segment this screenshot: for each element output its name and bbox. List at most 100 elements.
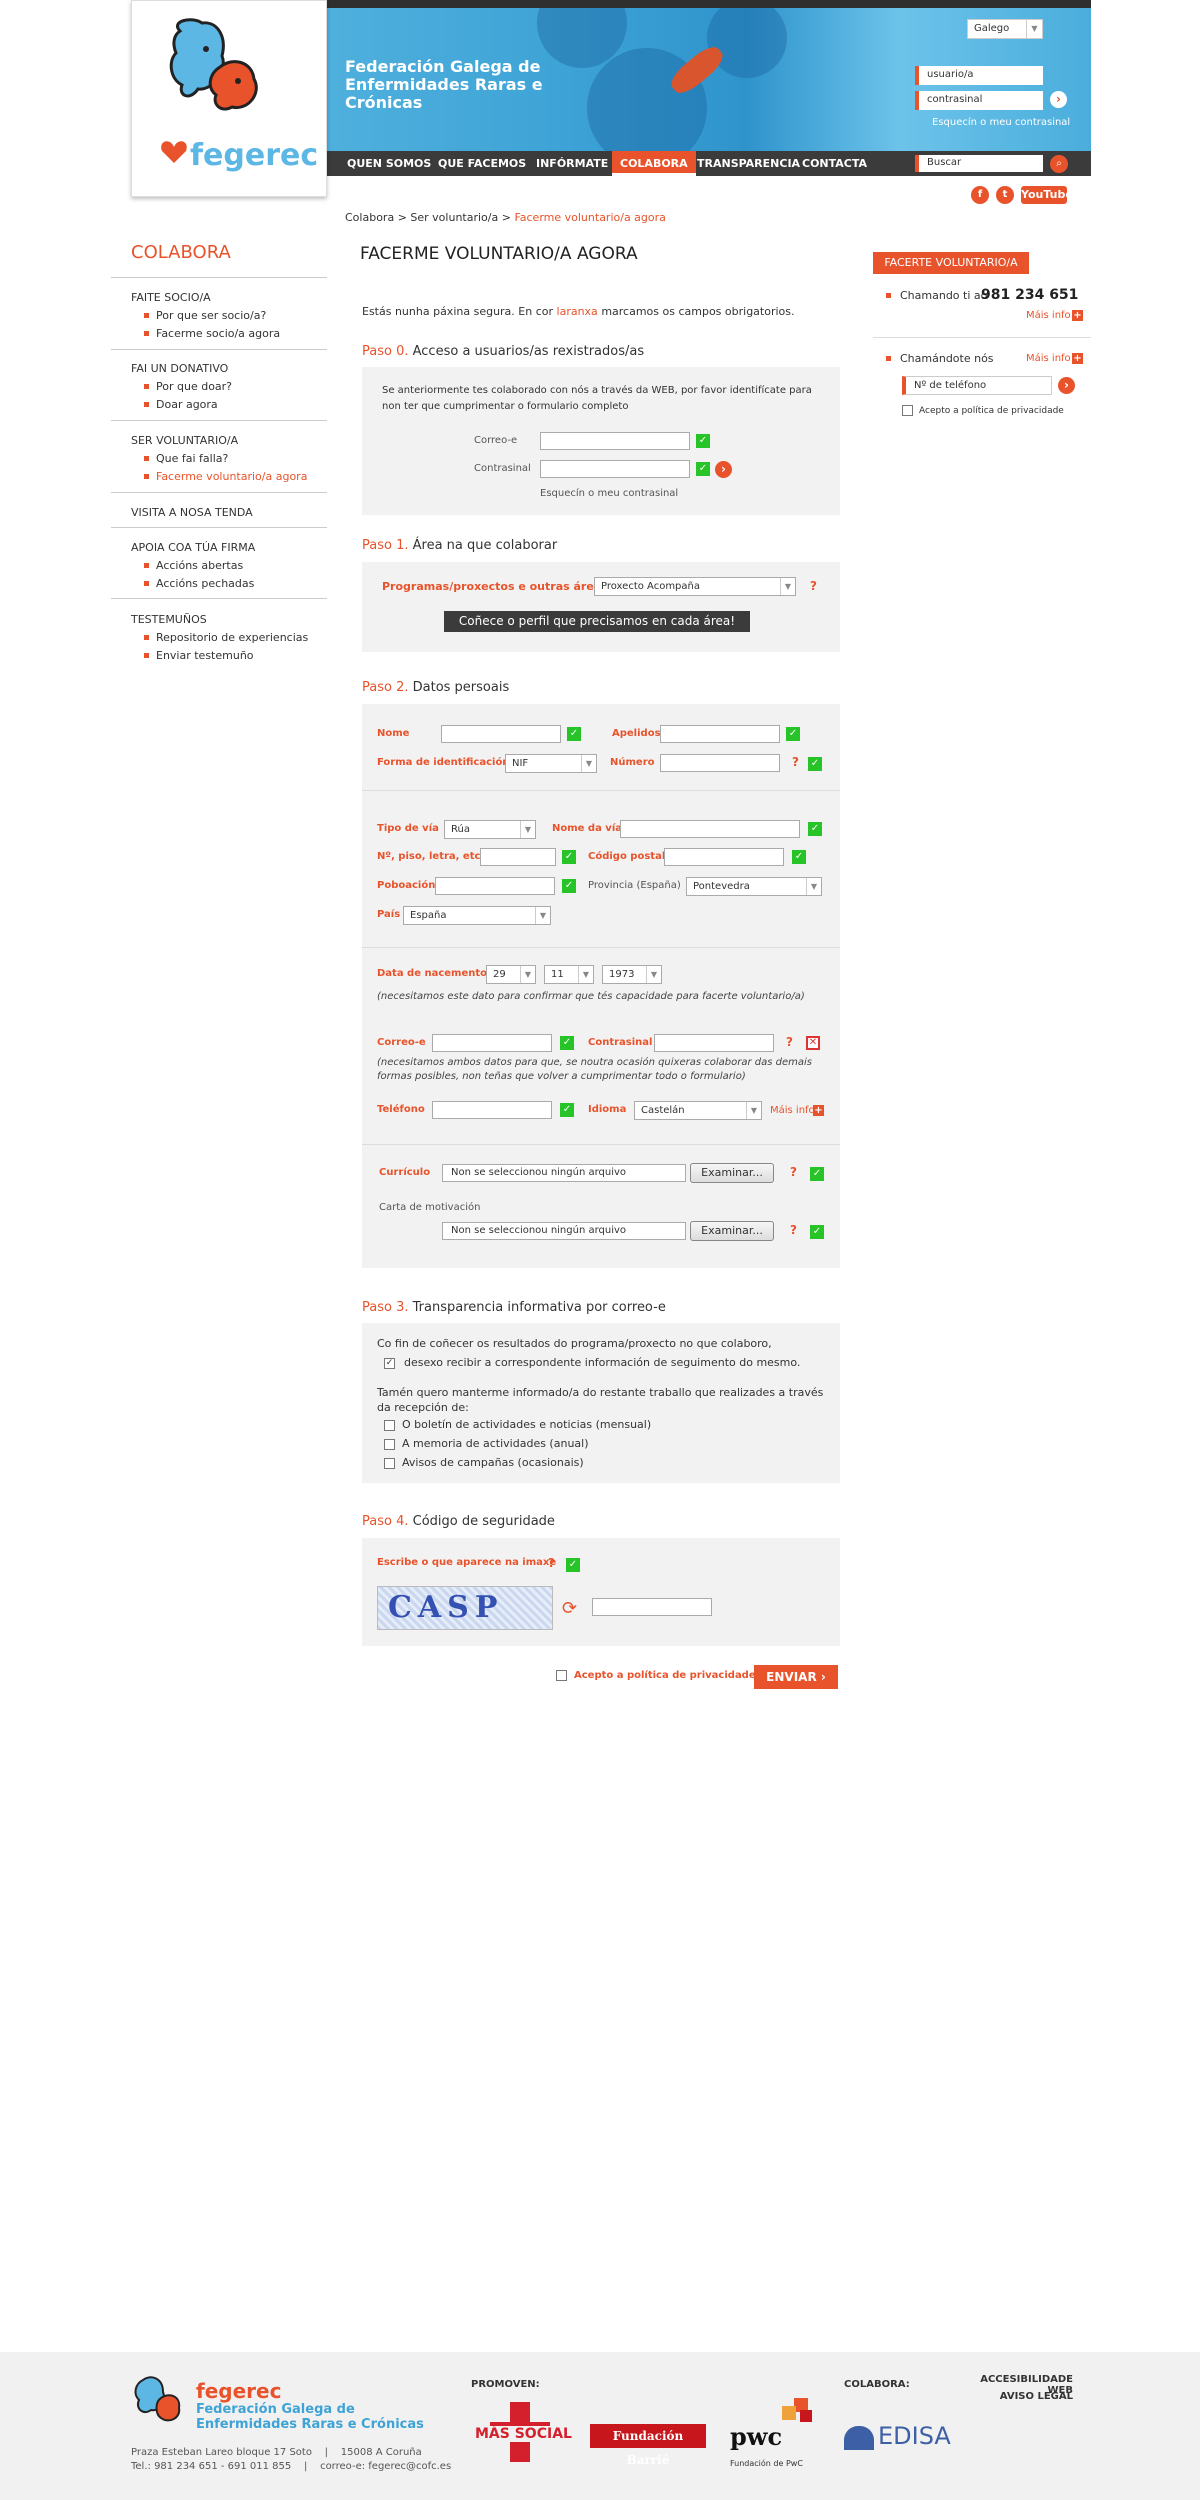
nav-colabora[interactable]: COLABORA <box>612 151 696 176</box>
search-input[interactable]: Buscar <box>915 155 1043 172</box>
captcha-input[interactable] <box>592 1598 712 1616</box>
nav-informate[interactable]: INFÓRMATE <box>528 151 616 176</box>
submit-button[interactable]: ENVIAR › <box>754 1665 838 1689</box>
numero-field[interactable] <box>660 754 780 772</box>
profile-button[interactable]: Coñece o perfil que precisamos en cada á… <box>444 611 750 632</box>
sidebar-item[interactable]: Que fai falla? <box>143 452 228 465</box>
memoria-checkbox[interactable] <box>384 1439 395 1450</box>
step0-heading: Paso 0. Acceso a usuarios/as rexistrados… <box>362 344 644 359</box>
carta-browse-button[interactable]: Examinar... <box>690 1221 774 1241</box>
sidebar-item[interactable]: Facerme socio/a agora <box>143 327 280 340</box>
footer-org-line: Federación Galega de <box>196 2402 355 2417</box>
privacy-label[interactable]: Acepto a política de privacidade <box>574 1670 756 1681</box>
sponsor-fundacion-barrie[interactable]: Fundación Barrié <box>590 2424 706 2467</box>
login-email-field[interactable] <box>540 432 690 450</box>
sidebar-title: COLABORA <box>131 242 231 263</box>
pwc-mark <box>770 2398 812 2424</box>
month-select[interactable]: 11 ▼ <box>544 965 594 984</box>
sponsor-mas-social[interactable]: MÁS SOCIAL <box>471 2426 576 2442</box>
area-select[interactable]: Proxecto Acompaña ▼ <box>594 577 796 596</box>
legal-link[interactable]: AVISO LEGAL <box>965 2391 1073 2402</box>
sidebar-item[interactable]: Doar agora <box>144 398 218 411</box>
refresh-icon[interactable]: ⟳ <box>562 1598 577 1619</box>
sponsor-edisa[interactable]: EDISA <box>878 2422 951 2450</box>
forgot-password-link[interactable]: Esquecín o meu contrasinal <box>540 488 678 499</box>
mais-info-link[interactable]: Máis info <box>1026 310 1071 321</box>
sponsor-pwc[interactable]: pwc <box>730 2422 782 2451</box>
youtube-icon[interactable]: YouTube <box>1021 186 1073 204</box>
sidebar-section-tenda[interactable]: VISITA A NOSA TENDA <box>131 506 253 519</box>
facebook-icon[interactable]: f <box>971 186 989 204</box>
mais-info-link[interactable]: Máis info <box>770 1105 815 1116</box>
sidebar-item[interactable]: Accións abertas <box>143 559 243 572</box>
piso-field[interactable] <box>480 848 556 866</box>
login-button[interactable]: › <box>1050 91 1067 108</box>
callback-phone-input[interactable]: Nº de teléfono <box>902 376 1052 395</box>
telefono-field[interactable] <box>432 1101 552 1119</box>
help-icon[interactable]: ? <box>786 1035 793 1049</box>
sidebar-section-testemunos[interactable]: TESTEMUÑOS <box>131 613 207 626</box>
sidebar-item[interactable]: Por que doar? <box>143 380 232 393</box>
sidebar-item[interactable]: Por que ser socio/a? <box>143 309 266 322</box>
language-select[interactable]: Galego ▼ <box>967 19 1043 39</box>
carta-file-field[interactable]: Non se seleccionou ningún arquivo <box>442 1222 686 1240</box>
plus-icon[interactable]: + <box>813 1105 824 1116</box>
pais-select[interactable]: España ▼ <box>403 906 551 925</box>
logo[interactable]: fegerec <box>131 0 327 197</box>
tipo-via-select[interactable]: Rúa ▼ <box>444 820 536 839</box>
campaigns-checkbox[interactable] <box>384 1458 395 1469</box>
login-submit-button[interactable]: › <box>715 461 732 478</box>
breadcrumb-colabora[interactable]: Colabora <box>345 211 394 224</box>
help-icon[interactable]: ? <box>790 1165 797 1179</box>
mais-info-link[interactable]: Máis info <box>1026 353 1071 364</box>
nome-field[interactable] <box>441 725 561 743</box>
sidebar-section-socio[interactable]: FAITE SOCIO/A <box>131 291 211 304</box>
apelidos-field[interactable] <box>660 725 780 743</box>
help-icon[interactable]: ? <box>790 1223 797 1237</box>
day-select[interactable]: 29 ▼ <box>486 965 536 984</box>
password-input[interactable]: contrasinal <box>915 91 1043 110</box>
nome-via-field[interactable] <box>620 820 800 838</box>
nav-quen-somos[interactable]: QUEN SOMOS <box>339 151 439 176</box>
correo-field[interactable] <box>432 1034 552 1052</box>
login-password-field[interactable] <box>540 460 690 478</box>
provincia-select[interactable]: Pontevedra ▼ <box>686 877 822 896</box>
sidebar-item-current[interactable]: Facerme voluntario/a agora <box>143 470 307 483</box>
username-input[interactable]: usuario/a <box>915 66 1043 85</box>
nav-contacta[interactable]: CONTACTA <box>794 151 875 176</box>
curriculo-file-field[interactable]: Non se seleccionou ningún arquivo <box>442 1164 686 1182</box>
year-select[interactable]: 1973 ▼ <box>602 965 662 984</box>
help-icon[interactable]: ? <box>810 579 817 593</box>
sidebar-item[interactable]: Repositorio de experiencias <box>143 631 308 644</box>
sidebar-section-donativo[interactable]: FAI UN DONATIVO <box>131 362 228 375</box>
callback-privacy-label[interactable]: Acepto a política de privacidade <box>919 406 1064 416</box>
contrasinal-field[interactable] <box>654 1034 774 1052</box>
curriculo-browse-button[interactable]: Examinar... <box>690 1163 774 1183</box>
forma-select[interactable]: NIF ▼ <box>505 754 597 773</box>
sidebar-section-voluntario[interactable]: SER VOLUNTARIO/A <box>131 434 238 447</box>
bulletin-checkbox[interactable] <box>384 1420 395 1431</box>
poboacion-field[interactable] <box>435 877 555 895</box>
help-icon[interactable]: ? <box>548 1556 555 1570</box>
sidebar-item[interactable]: Accións pechadas <box>143 577 254 590</box>
privacy-checkbox[interactable] <box>556 1670 567 1681</box>
sidebar-item[interactable]: Enviar testemuño <box>144 649 254 662</box>
twitter-icon[interactable]: t <box>996 186 1014 204</box>
idioma-select[interactable]: Castelán ▼ <box>634 1101 762 1120</box>
sidebar-section-firma[interactable]: APOIA COA TÚA FIRMA <box>131 541 255 554</box>
call-number: 981 234 651 <box>981 287 1079 303</box>
callback-privacy-checkbox[interactable] <box>902 405 913 416</box>
volunteer-button[interactable]: FACERTE VOLUNTARIO/A <box>873 252 1029 274</box>
help-icon[interactable]: ? <box>792 755 799 769</box>
plus-icon[interactable]: + <box>1072 310 1083 321</box>
search-icon[interactable]: ⌕ <box>1050 155 1068 173</box>
nav-que-facemos[interactable]: QUE FACEMOS <box>430 151 534 176</box>
cp-field[interactable] <box>664 848 784 866</box>
followup-checkbox[interactable]: ✓ <box>384 1358 395 1369</box>
footer-logo[interactable] <box>131 2370 191 2433</box>
callback-submit-button[interactable]: › <box>1058 377 1075 394</box>
nav-transparencia[interactable]: TRANSPARENCIA <box>689 151 808 176</box>
plus-icon[interactable]: + <box>1072 353 1083 364</box>
forgot-password-link[interactable]: Esquecín o meu contrasinal <box>932 117 1070 128</box>
breadcrumb-ser-voluntario[interactable]: Ser voluntario/a <box>410 211 498 224</box>
